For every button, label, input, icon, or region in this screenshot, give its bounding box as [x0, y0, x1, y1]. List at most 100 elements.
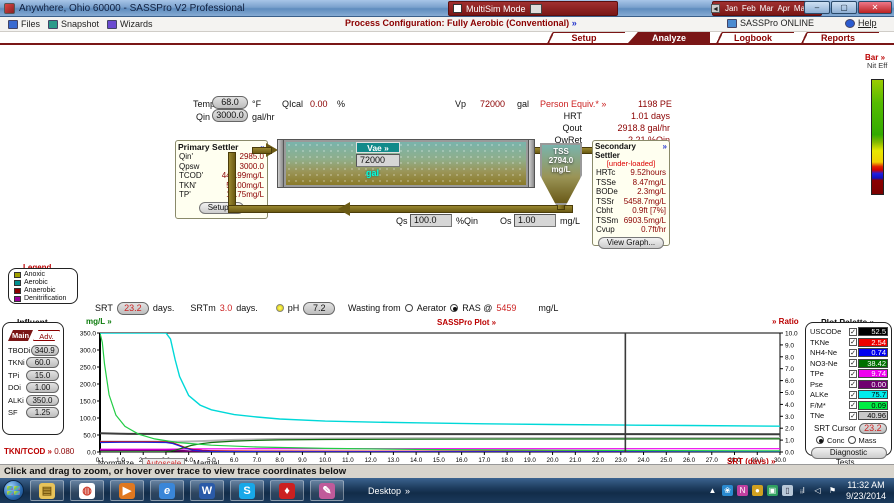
influent-field-input[interactable]: 1.00	[26, 382, 59, 393]
maximize-button[interactable]: ▢	[831, 1, 857, 14]
wizards-menu[interactable]: Wizards	[107, 19, 153, 29]
srt-plot[interactable]: 0.050.0100.0150.0200.0250.0300.0350.00.0…	[66, 324, 806, 474]
palette-row-no3ne: NO3-Ne✓38.42	[810, 359, 888, 369]
tkn-tcod-ratio[interactable]: TKN/TCOD » 0.080	[4, 447, 74, 456]
plot-palette-panel: USCODe✓52.5TKNe✓2.54NH4-Ne✓0.74NO3-Ne✓38…	[805, 322, 892, 456]
taskbar-chrome-icon[interactable]: ◍	[70, 480, 104, 501]
taskbar-media-player-icon[interactable]: ▶	[110, 480, 144, 501]
palette-checkbox[interactable]: ✓	[849, 349, 857, 357]
mass-radio[interactable]	[848, 436, 856, 444]
primary-settler-rows: Qin'2985.0Qpsw3000.0TCOD'449.99mg/LTKN'5…	[176, 152, 267, 200]
process-configuration-dropdown[interactable]: Process Configuration: Fully Aerobic (Co…	[345, 18, 577, 28]
qout-label: Qout	[540, 123, 582, 133]
tray-action-center-flag-icon[interactable]: ⚑	[827, 485, 838, 496]
palette-checkbox[interactable]: ✓	[849, 380, 857, 388]
tab-reports[interactable]: Reports	[797, 32, 879, 43]
secondary-settler-row: BODe2.3mg/L	[593, 187, 669, 197]
palette-checkbox[interactable]: ✓	[849, 328, 857, 336]
taskbar-clock[interactable]: 11:32 AM 9/23/2014	[846, 480, 886, 502]
help-menu[interactable]: Help	[845, 18, 877, 28]
tray-network-icon[interactable]: ᵢᵢl	[797, 485, 808, 496]
start-button[interactable]	[3, 480, 24, 501]
multisim-icon[interactable]	[530, 4, 542, 14]
month-list[interactable]: JanFebMarAprMay	[723, 4, 811, 13]
tray-tray-app-1-icon[interactable]: ❀	[722, 485, 733, 496]
month-mar[interactable]: Mar	[760, 4, 774, 13]
month-apr[interactable]: Apr	[777, 4, 789, 13]
conc-radio[interactable]	[816, 436, 824, 444]
taskbar-paint-app-icon[interactable]: ✎	[310, 480, 344, 501]
taskbar-skype-icon[interactable]: S	[230, 480, 264, 501]
snapshot-menu[interactable]: Snapshot	[48, 19, 99, 29]
influent-tabs: Main Adv.	[8, 330, 60, 341]
multisim-checkbox[interactable]	[453, 4, 462, 13]
tab-setup[interactable]: Setup	[543, 32, 625, 43]
palette-checkbox[interactable]: ✓	[849, 401, 857, 409]
qs-field[interactable]: 100.0	[410, 214, 452, 227]
ph-field[interactable]: 7.2	[303, 302, 335, 315]
y-tick-right-label: 8.0	[785, 354, 794, 361]
secondary-settler-title[interactable]: Secondary Settler »	[593, 141, 669, 160]
srt-field[interactable]: 23.2	[117, 302, 149, 315]
influent-field-input[interactable]: 15.0	[26, 370, 59, 381]
sasspro-online-link[interactable]: SASSPro ONLINE	[727, 18, 814, 28]
files-menu[interactable]: Files	[8, 19, 40, 29]
tray-volume-icon[interactable]: ◁	[812, 485, 823, 496]
aeration-tank[interactable]	[284, 140, 528, 187]
vae-volume-field[interactable]: 72000	[356, 154, 400, 167]
palette-row-nh4ne: NH4-Ne✓0.74	[810, 348, 888, 358]
palette-checkbox[interactable]: ✓	[849, 370, 857, 378]
multisim-mode-control[interactable]: MultiSim Mode	[448, 1, 618, 16]
month-feb[interactable]: Feb	[742, 4, 756, 13]
influent-tab-adv[interactable]: Adv.	[33, 330, 60, 341]
tab-logbook[interactable]: Logbook	[712, 32, 794, 43]
aerator-radio[interactable]	[405, 304, 413, 312]
tray-hidden-icons-icon[interactable]: ▲	[707, 485, 718, 496]
month-jan[interactable]: Jan	[725, 4, 738, 13]
palette-checkbox[interactable]: ✓	[849, 338, 857, 346]
temp-field[interactable]: 68.0	[212, 96, 248, 109]
desktop-toolbar[interactable]: Desktop »	[368, 486, 410, 496]
month-prev-icon[interactable]: ◄	[711, 4, 720, 13]
palette-checkbox[interactable]: ✓	[849, 391, 857, 399]
tank-right-wall	[528, 139, 535, 188]
influent-field-input[interactable]: 350.0	[26, 395, 59, 406]
taskbar-explorer-icon[interactable]: ▤	[30, 480, 64, 501]
taskbar-security-app-icon[interactable]: ♦	[270, 480, 304, 501]
tray-tray-app-4-icon[interactable]: ▣	[767, 485, 778, 496]
tray-tray-app-3-icon[interactable]: ●	[752, 485, 763, 496]
influent-tab-main[interactable]: Main	[8, 330, 33, 341]
vae-dropdown[interactable]: Vae »	[356, 142, 400, 153]
primary-settler-row-value: 3000.0	[240, 162, 264, 172]
palette-row-alke: ALKe✓75.7	[810, 390, 888, 400]
minimize-button[interactable]: ‒	[804, 1, 830, 14]
wasting-label: Wasting from	[348, 303, 401, 313]
palette-checkbox[interactable]: ✓	[849, 412, 857, 420]
view-graph-button[interactable]: View Graph...	[598, 237, 664, 249]
x-tick-label: 10.0	[319, 457, 332, 464]
x-tick-label: 9.0	[298, 457, 307, 464]
y-tick-right-label: 3.0	[785, 414, 794, 421]
influent-field-input[interactable]: 1.25	[26, 407, 59, 418]
os-field[interactable]: 1.00	[514, 214, 556, 227]
influent-field-input[interactable]: 340.9	[31, 345, 60, 356]
qin-field[interactable]: 3000.0	[212, 109, 248, 122]
tray-clipboard-icon[interactable]: ▯	[782, 485, 793, 496]
palette-checkbox[interactable]: ✓	[849, 359, 857, 367]
taskbar-word-icon[interactable]: W	[190, 480, 224, 501]
trace-uscode[interactable]	[100, 433, 780, 434]
x-tick-label: 17.0	[478, 457, 491, 464]
srt-cursor-field[interactable]: 23.2	[859, 423, 887, 434]
clock-time: 11:32 AM	[846, 480, 886, 491]
ras-unit: mg/L	[538, 303, 558, 313]
ras-radio[interactable]	[450, 304, 458, 312]
diagnostic-tests-button[interactable]: Diagnostic Tests...	[811, 447, 887, 459]
person-equiv-dropdown[interactable]: Person Equiv.* »	[540, 99, 606, 109]
vp-label: Vp	[455, 99, 466, 109]
influent-field-input[interactable]: 60.0	[26, 357, 59, 368]
taskbar-internet-explorer-icon[interactable]: e	[150, 480, 184, 501]
close-button[interactable]: ✕	[858, 1, 892, 14]
tab-analyze[interactable]: Analyze	[628, 32, 710, 43]
tray-tray-app-2-icon[interactable]: N	[737, 485, 748, 496]
wizards-icon	[107, 20, 117, 29]
